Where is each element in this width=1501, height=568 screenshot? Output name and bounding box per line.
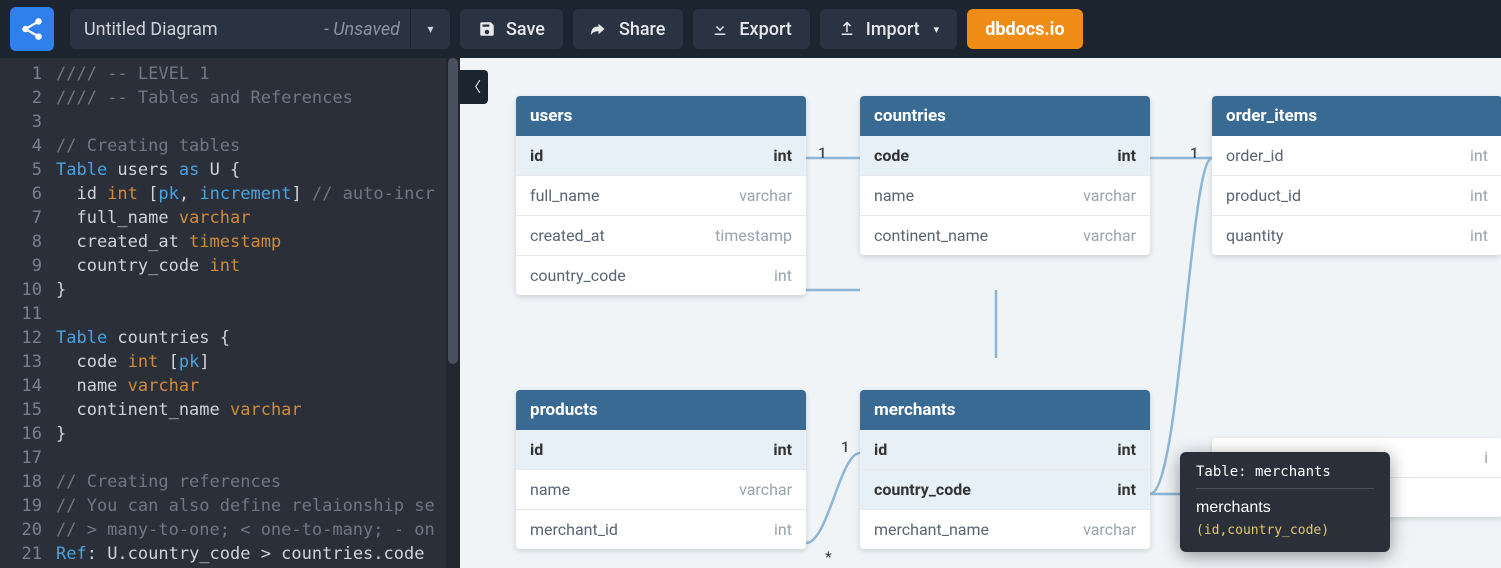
column-type: int	[1117, 480, 1136, 499]
relationship-cardinality: 1	[841, 438, 850, 456]
upload-icon	[838, 20, 856, 38]
column-type: int	[774, 520, 792, 539]
column-type: int	[1470, 146, 1488, 165]
tooltip-title: Table: merchants	[1196, 464, 1374, 480]
share-icon	[591, 20, 609, 38]
chevron-down-icon: ▾	[934, 23, 940, 36]
column-name: quantity	[1226, 226, 1283, 245]
save-button[interactable]: Save	[460, 9, 563, 49]
column-type: int	[774, 266, 792, 285]
column-name: country_code	[530, 266, 626, 285]
column-name: order_id	[1226, 146, 1283, 165]
column-name: merchant_id	[530, 520, 618, 539]
relationship-cardinality: 1	[1190, 144, 1199, 162]
column-type: int	[1470, 226, 1488, 245]
save-icon	[478, 20, 496, 38]
table-header[interactable]: order_items	[1212, 96, 1501, 136]
document-title-dropdown[interactable]: ▾	[410, 9, 450, 49]
document-title-text: Untitled Diagram	[84, 19, 218, 40]
column-name: name	[874, 186, 914, 205]
table-column[interactable]: merchant_id int	[516, 509, 806, 549]
table-users[interactable]: users id int full_name varchar created_at time…	[516, 96, 806, 295]
column-type: varchar	[1083, 186, 1136, 205]
table-column[interactable]: id int	[516, 430, 806, 469]
table-countries[interactable]: countriescodeintnamevarcharcontinent_nam…	[860, 96, 1150, 255]
column-type: int	[1470, 186, 1488, 205]
table-column[interactable]: code int	[860, 136, 1150, 175]
import-button[interactable]: Import ▾	[820, 9, 957, 49]
column-name: full_name	[530, 186, 599, 205]
column-type: varchar	[739, 480, 792, 499]
app-logo[interactable]	[10, 7, 54, 51]
table-column[interactable]: product_id int	[1212, 175, 1501, 215]
table-products[interactable]: products id int name varchar merchant_id int	[516, 390, 806, 549]
export-button[interactable]: Export	[693, 9, 809, 49]
import-label: Import	[866, 19, 920, 40]
table-order_items[interactable]: order_itemsorder_idintproduct_idintquant…	[1212, 96, 1501, 255]
table-header[interactable]: countries	[860, 96, 1150, 136]
column-name: id	[530, 146, 543, 165]
relationship-cardinality: 1	[818, 144, 827, 162]
table-column[interactable]: quantity int	[1212, 215, 1501, 255]
table-column[interactable]: order_id int	[1212, 136, 1501, 175]
dbdocs-button[interactable]: dbdocs.io	[967, 9, 1082, 49]
table-column[interactable]: created_at timestamp	[516, 215, 806, 255]
column-name: continent_name	[874, 226, 988, 245]
table-column[interactable]: name varchar	[516, 469, 806, 509]
export-label: Export	[739, 19, 791, 40]
editor-gutter: 123456789101112131415161718192021	[0, 62, 56, 566]
table-header[interactable]: products	[516, 390, 806, 430]
chevron-left-icon: 〈	[467, 77, 481, 97]
download-icon	[711, 20, 729, 38]
column-name: created_at	[530, 226, 605, 245]
table-header[interactable]: merchants	[860, 390, 1150, 430]
table-column[interactable]: full_name varchar	[516, 175, 806, 215]
column-type: int	[773, 146, 792, 165]
table-header[interactable]: users	[516, 96, 806, 136]
save-label: Save	[506, 19, 545, 40]
column-type: timestamp	[715, 226, 792, 245]
table-column[interactable]: country_code int	[516, 255, 806, 295]
table-merchants[interactable]: merchants id int country_code int merchant_na…	[860, 390, 1150, 549]
relationship-cardinality: *	[825, 548, 832, 566]
column-type: int	[1117, 440, 1136, 459]
editor-scrollbar[interactable]	[446, 58, 460, 568]
toolbar: Untitled Diagram - Unsaved ▾ Save Share …	[0, 0, 1501, 58]
table-tooltip: Table: merchants merchants (id,country_c…	[1180, 452, 1390, 552]
collapse-editor-button[interactable]: 〈	[460, 70, 488, 104]
share-button[interactable]: Share	[573, 9, 683, 49]
table-column[interactable]: name varchar	[860, 175, 1150, 215]
column-name: name	[530, 480, 570, 499]
column-name: product_id	[1226, 186, 1301, 205]
column-name: merchant_name	[874, 520, 989, 539]
share-nodes-icon	[19, 16, 45, 42]
column-type: i	[1484, 448, 1488, 467]
column-name: code	[874, 146, 909, 165]
column-name: id	[530, 440, 543, 459]
table-column[interactable]: id int	[516, 136, 806, 175]
table-column[interactable]: merchant_name varchar	[860, 509, 1150, 549]
share-label: Share	[619, 19, 665, 40]
document-title[interactable]: Untitled Diagram - Unsaved	[70, 19, 410, 40]
column-type: varchar	[739, 186, 792, 205]
unsaved-indicator: - Unsaved	[324, 19, 400, 40]
document-title-group: Untitled Diagram - Unsaved ▾	[70, 9, 450, 49]
scrollbar-thumb[interactable]	[448, 58, 458, 364]
column-name: id	[874, 440, 887, 459]
code-editor[interactable]: 123456789101112131415161718192021 //// -…	[0, 58, 460, 568]
table-column[interactable]: country_code int	[860, 469, 1150, 509]
table-column[interactable]: continent_name varchar	[860, 215, 1150, 255]
column-type: varchar	[1083, 520, 1136, 539]
table-column[interactable]: id int	[860, 430, 1150, 469]
column-name: country_code	[874, 480, 971, 499]
dbdocs-label: dbdocs.io	[985, 19, 1064, 40]
column-type: int	[1117, 146, 1136, 165]
column-type: int	[773, 440, 792, 459]
column-type: varchar	[1083, 226, 1136, 245]
editor-code[interactable]: //// -- LEVEL 1//// -- Tables and Refere…	[56, 62, 435, 566]
tooltip-table-name: merchants	[1196, 499, 1374, 517]
tooltip-columns: (id,country_code)	[1196, 523, 1374, 538]
